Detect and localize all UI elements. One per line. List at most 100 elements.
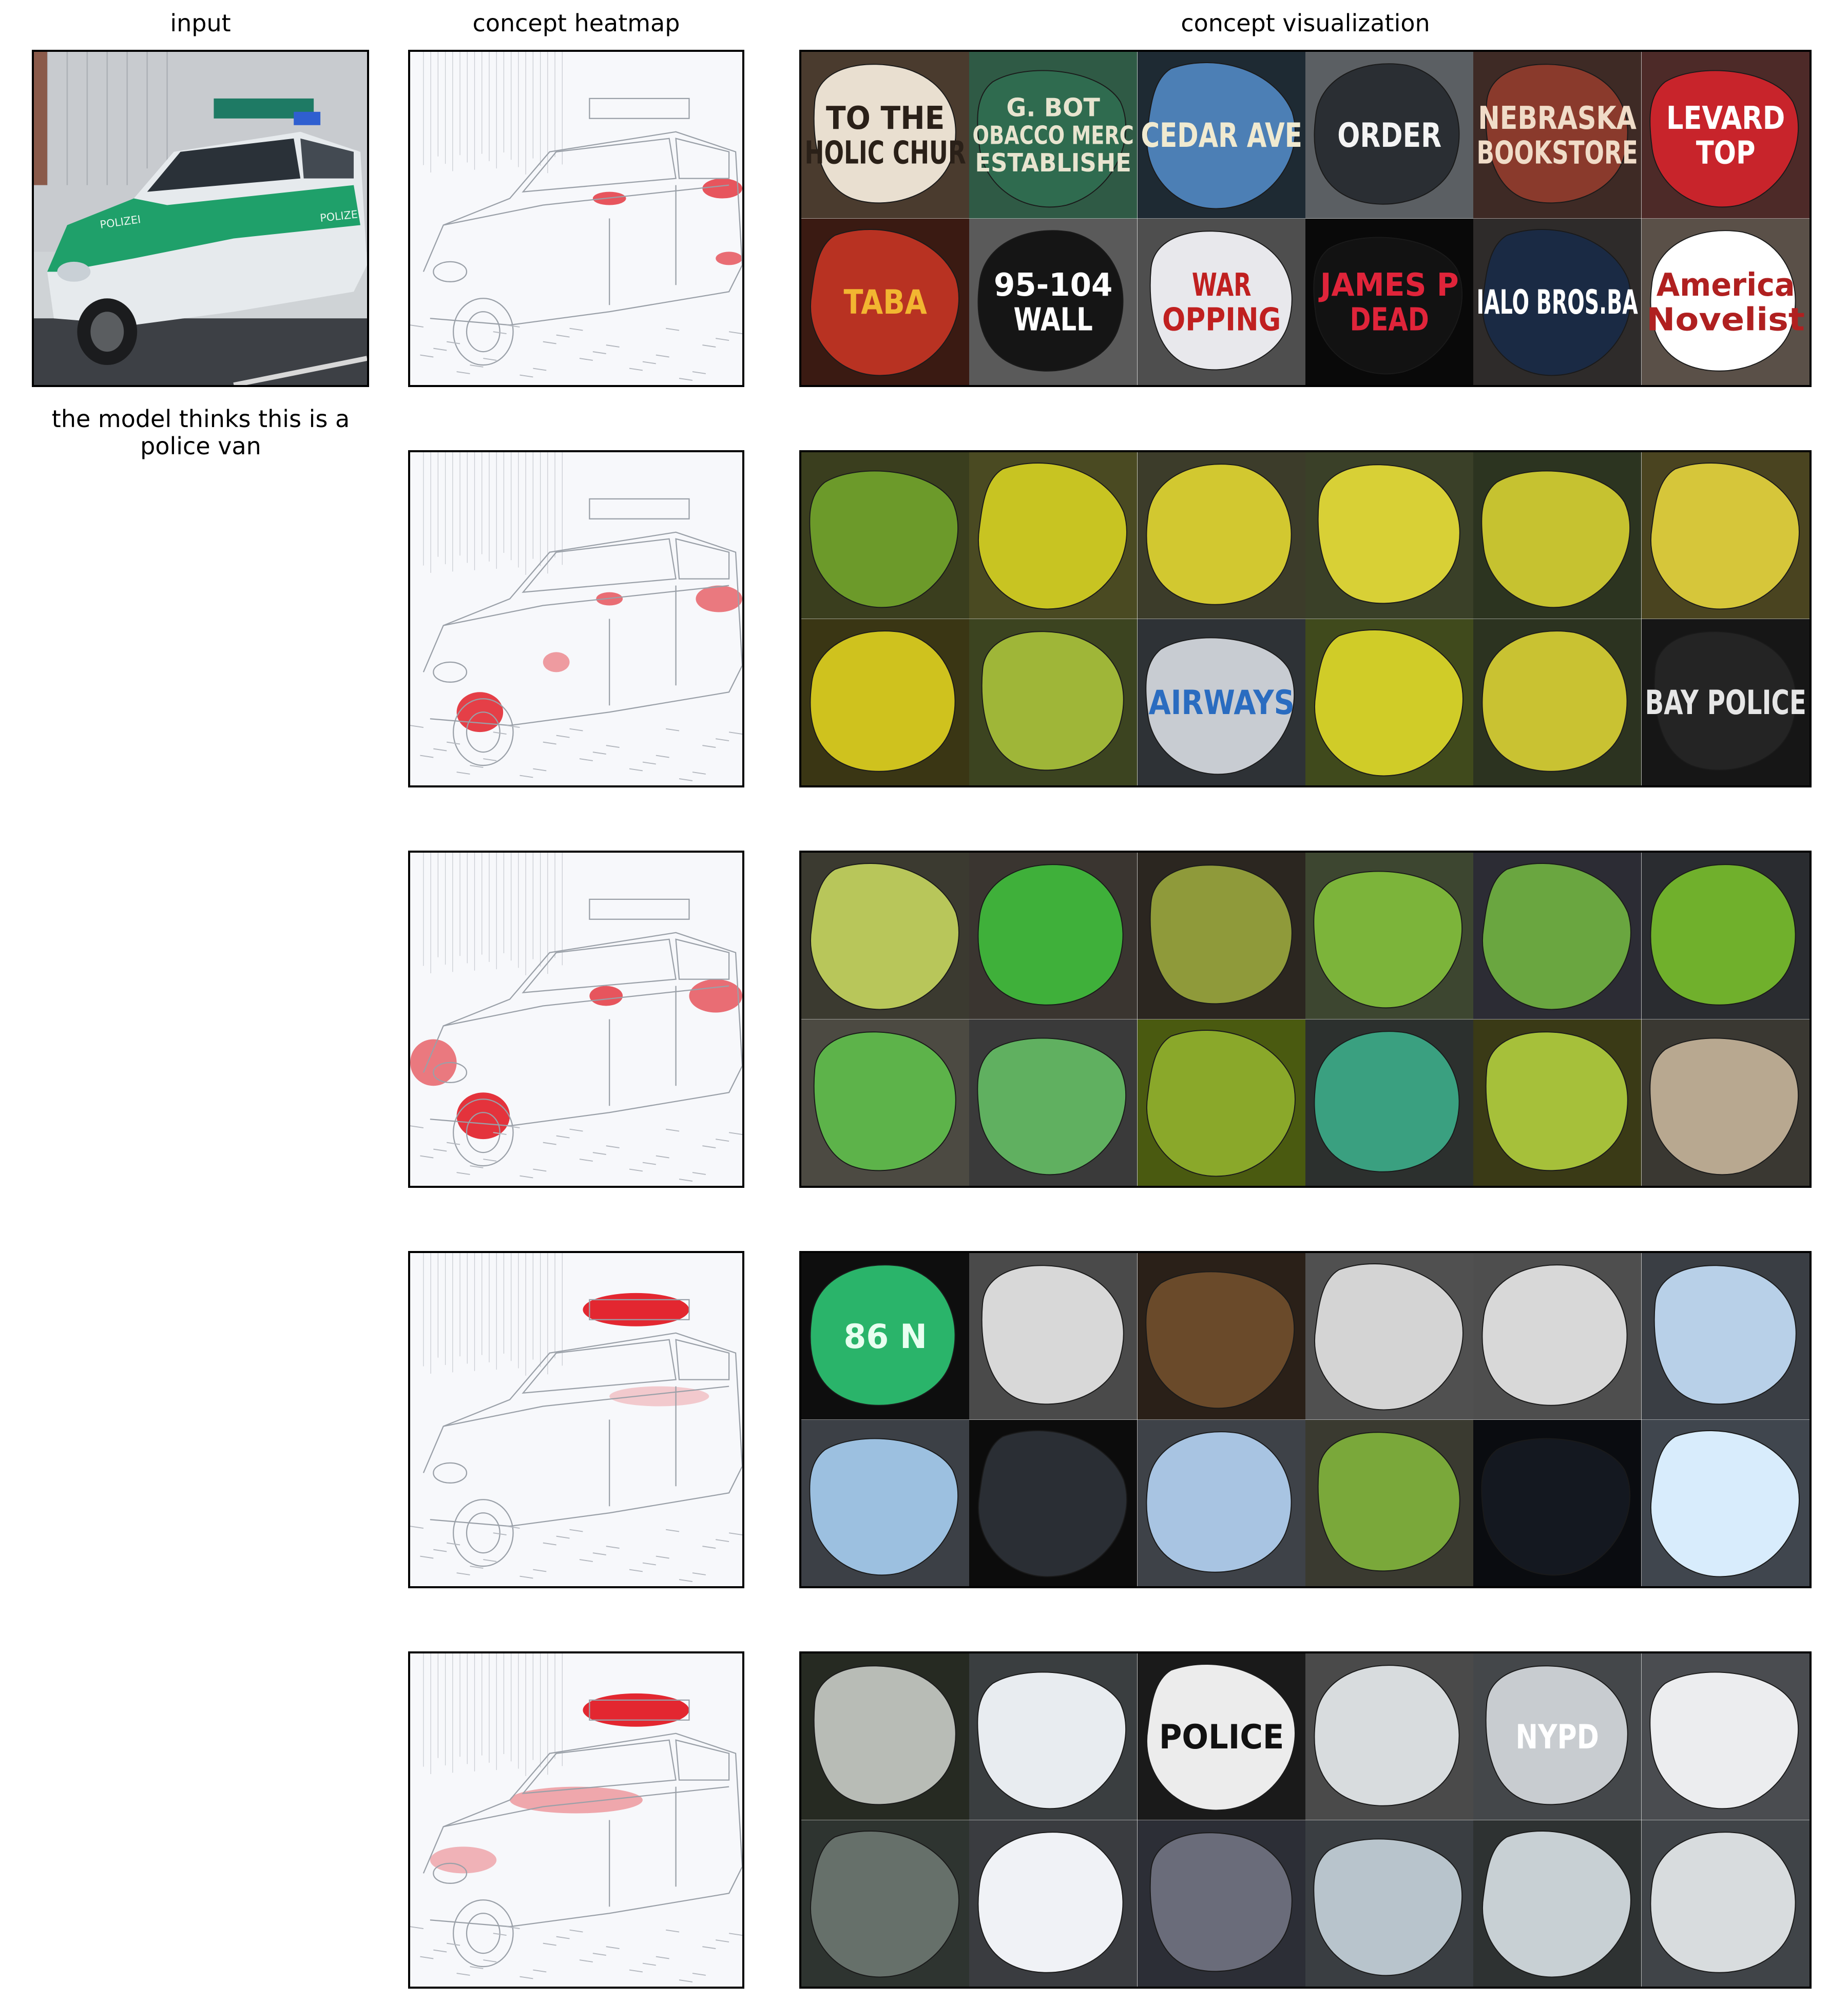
heatmap-overlay	[410, 853, 742, 1182]
concept-example-tile	[1305, 1019, 1474, 1186]
tile-text: IALO BROS.BA	[1477, 283, 1639, 322]
concept-example-tile	[801, 452, 970, 619]
concept-example-tile	[1641, 1253, 1810, 1420]
concept-example-tile	[1473, 1019, 1642, 1186]
concept-example-tile	[1473, 1419, 1642, 1586]
police-car-photo: POLIZEI POLIZEI	[34, 52, 367, 385]
heatmap-activation	[696, 585, 742, 612]
concept-example-tile	[969, 1253, 1138, 1420]
tile-text: 86 N	[843, 1317, 927, 1356]
concept-example-tile	[1641, 452, 1810, 619]
concept-example-tile	[1137, 452, 1305, 619]
concept-example-tile	[969, 619, 1138, 785]
heatmap-overlay	[410, 1253, 742, 1582]
heatmap-activation	[609, 1386, 709, 1407]
concept-heatmap	[408, 1251, 744, 1588]
concept-example-tile	[1473, 452, 1642, 619]
concept-example-tile: TABA	[801, 218, 970, 385]
concept-example-tile	[801, 619, 970, 785]
concept-example-tile: BAY POLICE	[1641, 619, 1810, 785]
tile-text: HOLIC CHUR	[805, 134, 966, 171]
concept-example-tile	[1137, 1820, 1305, 1987]
concept-example-tile	[1305, 1653, 1474, 1820]
concept-example-tile: NEBRASKA BOOKSTORE	[1473, 52, 1642, 219]
heatmap-activation	[583, 1293, 689, 1326]
concept-example-tile	[801, 1653, 970, 1820]
concept-example-tile	[1305, 853, 1474, 1019]
tile-text: NEBRASKA	[1478, 100, 1637, 137]
concept-example-tile	[1473, 1253, 1642, 1420]
tile-text: POLICE	[1159, 1718, 1284, 1757]
concept-example-tile	[1137, 1253, 1305, 1420]
concept-example-tile: America Novelist	[1641, 218, 1810, 385]
concept-example-tile: 95-104 WALL	[969, 218, 1138, 385]
concept-example-tile	[1641, 853, 1810, 1019]
tile-text: America	[1656, 266, 1795, 303]
tile-text: G. BOT	[1007, 93, 1101, 123]
concept-example-tile	[1641, 1653, 1810, 1820]
heatmap-overlay	[410, 1653, 742, 1982]
tile-text: JAMES P	[1318, 266, 1459, 303]
concept-example-tile	[1473, 1820, 1642, 1987]
concept-example-tile	[1305, 1253, 1474, 1420]
tile-text: OBACCO MERC	[973, 121, 1134, 150]
heatmap-activation	[589, 986, 623, 1006]
input-image: POLIZEI POLIZEI	[32, 50, 369, 387]
heatmap-overlay	[410, 52, 742, 381]
concept-example-tile	[1305, 619, 1474, 785]
tile-text: Novelist	[1646, 301, 1804, 338]
tile-text: BAY POLICE	[1645, 683, 1806, 722]
concept-example-tile	[1137, 853, 1305, 1019]
concept-visualization-grid: TO THE HOLIC CHUR G. BOT OBACCO MERC ESTABLI…	[799, 50, 1812, 387]
concept-visualization-grid: 86 N	[799, 1251, 1812, 1588]
concept-example-tile	[1641, 1019, 1810, 1186]
heatmap-activation	[702, 178, 742, 199]
tile-text: DEAD	[1350, 301, 1429, 338]
tile-text: TO THE	[826, 100, 945, 137]
tile-text: ORDER	[1337, 116, 1441, 155]
tile-text: WAR	[1191, 266, 1251, 303]
concept-example-tile: IALO BROS.BA	[1473, 218, 1642, 385]
tile-text: ESTABLISHE	[975, 148, 1131, 178]
tile-text: TOP	[1696, 134, 1755, 171]
concept-example-tile	[1137, 1019, 1305, 1186]
concept-example-tile	[1305, 452, 1474, 619]
tile-text: AIRWAYS	[1148, 683, 1294, 722]
concept-visualization-grid: AIRWAYS BAY POLICE	[799, 450, 1812, 787]
concept-example-tile	[1641, 1820, 1810, 1987]
concept-example-tile	[801, 853, 970, 1019]
concept-example-tile	[969, 1653, 1138, 1820]
heatmap-column-title: concept heatmap	[472, 9, 680, 37]
tile-text: LEVARD	[1666, 100, 1785, 137]
concept-heatmap	[408, 851, 744, 1188]
tile-text: CEDAR AVE	[1141, 116, 1302, 155]
prediction-caption: the model thinks this is a police van	[51, 405, 350, 460]
concept-example-tile: POLICE	[1137, 1653, 1305, 1820]
concept-example-tile: JAMES P DEAD	[1305, 218, 1474, 385]
heatmap-activation	[430, 1846, 497, 1874]
concept-heatmap	[408, 50, 744, 387]
concept-example-tile: ORDER	[1305, 52, 1474, 219]
concept-visualization-grid	[799, 851, 1812, 1188]
tile-text: OPPING	[1162, 301, 1281, 338]
concept-example-tile: WAR OPPING	[1137, 218, 1305, 385]
concept-example-tile: CEDAR AVE	[1137, 52, 1305, 219]
concept-visualization-grid: POLICE NYPD	[799, 1651, 1812, 1989]
concept-heatmap	[408, 1651, 744, 1989]
concept-example-tile	[969, 1019, 1138, 1186]
concept-example-tile	[1305, 1419, 1474, 1586]
concept-example-tile	[969, 853, 1138, 1019]
concept-example-tile	[969, 1419, 1138, 1586]
tile-text: TABA	[843, 283, 927, 322]
concept-example-tile	[801, 1419, 970, 1586]
concept-example-tile: TO THE HOLIC CHUR	[801, 52, 970, 219]
heatmap-activation	[689, 979, 742, 1013]
concept-example-tile: AIRWAYS	[1137, 619, 1305, 785]
tile-text: NYPD	[1516, 1718, 1599, 1757]
input-column-title: input	[170, 9, 231, 37]
tile-text: 95-104	[994, 266, 1112, 303]
concept-example-tile	[1641, 1419, 1810, 1586]
concept-example-tile	[1137, 1419, 1305, 1586]
concept-example-tile	[969, 1820, 1138, 1987]
heatmap-activation	[716, 252, 742, 265]
